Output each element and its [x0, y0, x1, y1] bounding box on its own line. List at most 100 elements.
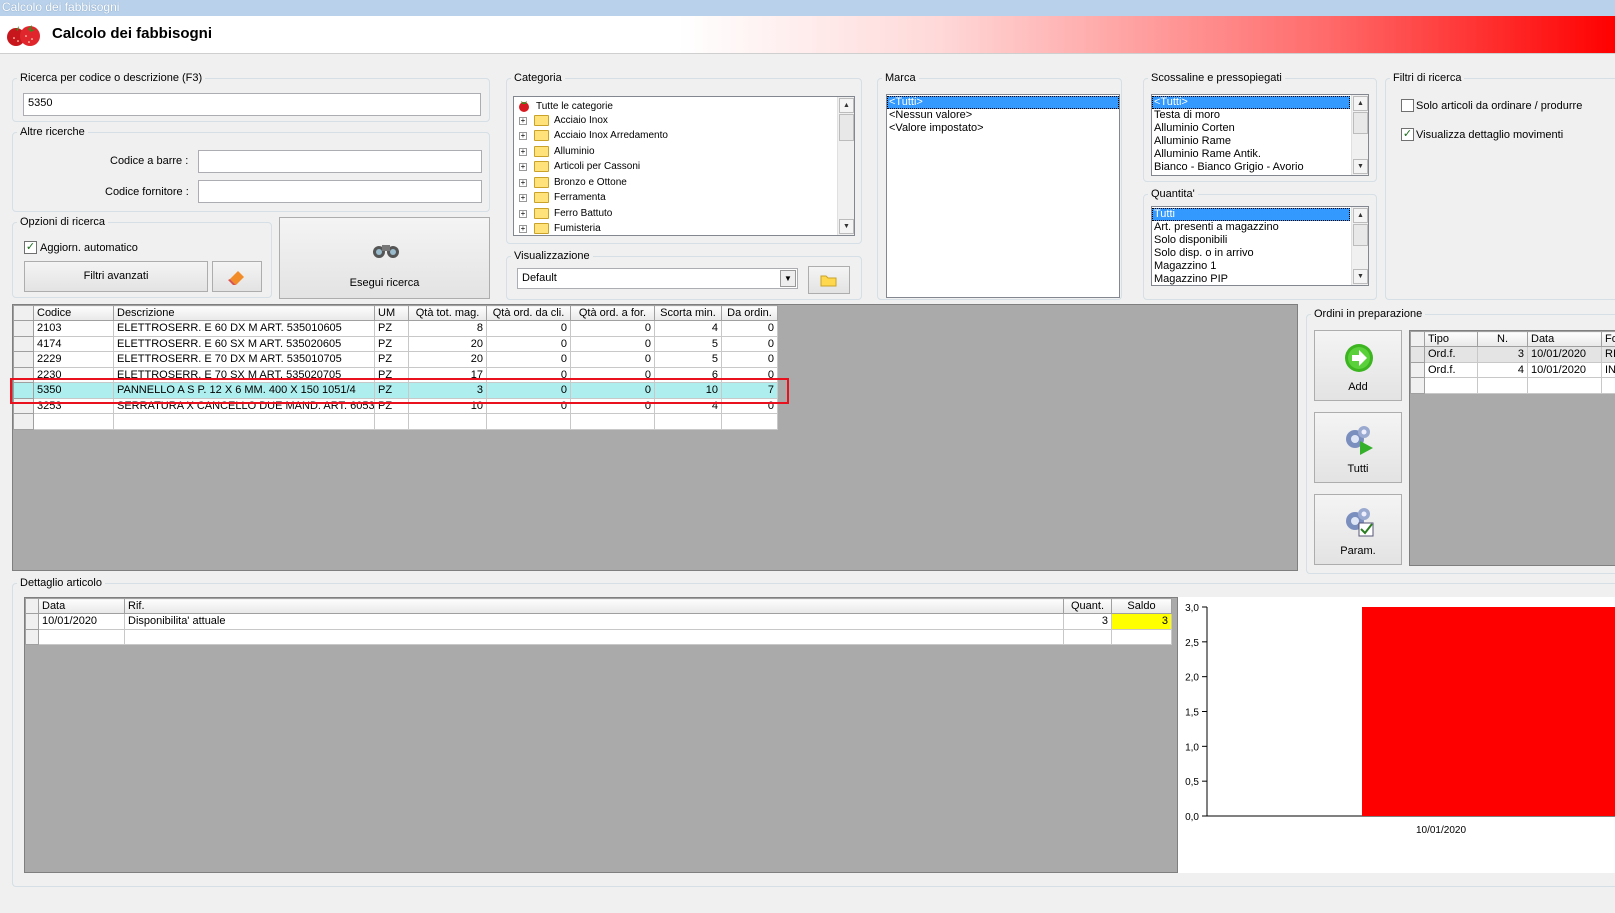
table-cell[interactable]: RI [1601, 346, 1615, 363]
table-cell[interactable]: ELETTROSERR. E 60 SX M ART. 535020605 [113, 335, 375, 352]
table-row[interactable]: Ord.f. 4 10/01/2020 IN [1410, 361, 1615, 378]
table-row[interactable]: 2229 ELETTROSERR. E 70 DX M ART. 53501070… [13, 351, 778, 368]
all-orders-button[interactable]: Tutti [1314, 412, 1402, 483]
expand-icon[interactable]: + [519, 163, 527, 171]
table-cell[interactable]: 4 [654, 320, 722, 337]
view-select[interactable]: Default ▼ [517, 268, 798, 289]
tree-item[interactable]: + Alluminio [514, 144, 854, 160]
flashings-option[interactable]: Alluminio Corten [1152, 122, 1368, 135]
tree-root[interactable]: Tutte le categorie [514, 97, 854, 113]
column-header[interactable]: Qtà tot. mag. [408, 305, 487, 321]
flashings-option[interactable]: Alluminio Rame [1152, 135, 1368, 148]
column-header[interactable]: Scorta min. [654, 305, 722, 321]
table-cell[interactable]: 0 [486, 351, 571, 368]
expand-icon[interactable]: + [519, 147, 527, 156]
column-header[interactable]: Fo [1601, 331, 1615, 347]
scroll-down-icon[interactable]: ▼ [1353, 269, 1368, 284]
table-cell[interactable]: PZ [374, 335, 409, 352]
quantity-option[interactable]: Art. presenti a magazzino [1152, 221, 1368, 234]
scroll-thumb[interactable] [1353, 224, 1368, 246]
quantity-option[interactable]: Tutti [1152, 208, 1350, 221]
table-cell[interactable] [1527, 377, 1602, 394]
table-cell[interactable]: 0 [570, 320, 655, 337]
flashings-list[interactable]: <Tutti> Testa di moro Alluminio Corten A… [1151, 94, 1369, 176]
table-cell[interactable]: IN [1601, 361, 1615, 378]
table-cell[interactable]: Ord.f. [1424, 361, 1478, 378]
supplier-code-input[interactable] [198, 180, 482, 203]
table-cell[interactable]: 4174 [33, 335, 114, 352]
tree-item[interactable]: + Acciaio Inox Arredamento [514, 128, 854, 144]
column-header[interactable]: Data [1527, 331, 1602, 347]
scroll-up-icon[interactable]: ▲ [839, 98, 854, 113]
table-cell[interactable]: 10/01/2020 [1527, 346, 1602, 363]
tree-item[interactable]: + Ferramenta [514, 190, 854, 206]
column-header[interactable]: Codice [33, 305, 114, 321]
column-header[interactable]: Tipo [1424, 331, 1478, 347]
row-indicator[interactable] [1410, 346, 1425, 363]
tree-item[interactable]: + Ferro Battuto [514, 206, 854, 222]
table-cell[interactable]: 2103 [33, 320, 114, 337]
tree-item[interactable]: + Acciaio Inox [514, 113, 854, 129]
articles-table[interactable]: Codice Descrizione UM Qtà tot. mag. Qtà ord.… [13, 305, 778, 430]
flashings-option[interactable]: Bianco - Bianco Grigio - Avorio [1152, 161, 1368, 174]
tree-item[interactable]: + Bronzo e Ottone [514, 175, 854, 191]
table-cell[interactable]: ELETTROSERR. E 70 DX M ART. 535010705 [113, 351, 375, 368]
column-header[interactable]: N. [1477, 331, 1528, 347]
table-cell[interactable]: 0 [570, 351, 655, 368]
brand-option[interactable]: <Nessun valore> [887, 109, 1119, 122]
table-cell[interactable]: 0 [570, 335, 655, 352]
table-cell[interactable] [721, 413, 778, 430]
table-cell[interactable] [1063, 628, 1112, 645]
dropdown-arrow-icon[interactable]: ▼ [780, 270, 796, 287]
tree-item[interactable]: + Fumisteria [514, 221, 854, 235]
expand-icon[interactable]: + [519, 194, 527, 202]
table-row-empty[interactable] [13, 413, 778, 430]
table-cell[interactable] [1601, 377, 1615, 394]
table-cell[interactable] [38, 628, 125, 645]
row-indicator[interactable] [1410, 361, 1425, 378]
row-indicator[interactable] [13, 335, 34, 352]
table-row[interactable]: 10/01/2020 Disponibilita' attuale 3 3 [25, 613, 1172, 630]
run-search-button[interactable]: Esegui ricerca [279, 217, 490, 299]
expand-icon[interactable]: + [519, 209, 527, 218]
table-cell[interactable] [1477, 377, 1528, 394]
column-header[interactable]: Quant. [1063, 598, 1112, 614]
row-indicator[interactable] [1410, 377, 1425, 394]
table-row-empty[interactable] [1410, 377, 1615, 394]
quantity-option[interactable]: Solo disponibili [1152, 234, 1368, 247]
scroll-thumb[interactable] [839, 114, 854, 141]
category-tree[interactable]: Tutte le categorie + Acciaio Inox + Acciaio… [513, 96, 855, 236]
orders-table[interactable]: TipoN.DataFo Ord.f.310/01/2020RIOrd.f.41… [1410, 331, 1615, 394]
eraser-button[interactable] [212, 261, 262, 292]
brand-option[interactable]: <Tutti> [887, 96, 1119, 109]
expand-icon[interactable]: + [519, 225, 527, 233]
expand-icon[interactable]: + [519, 116, 527, 125]
table-cell[interactable]: 20 [408, 351, 487, 368]
table-cell[interactable] [1111, 628, 1172, 645]
table-cell[interactable]: 0 [721, 320, 778, 337]
table-cell[interactable]: 20 [408, 335, 487, 352]
scroll-thumb[interactable] [1353, 112, 1368, 134]
brand-list[interactable]: <Tutti> <Nessun valore> <Valore impostat… [886, 94, 1120, 298]
table-cell[interactable] [1424, 377, 1478, 394]
table-row-empty[interactable] [25, 628, 1172, 645]
column-header[interactable]: UM [374, 305, 409, 321]
row-indicator[interactable] [13, 413, 34, 430]
table-cell[interactable]: 2229 [33, 351, 114, 368]
table-cell[interactable]: PZ [374, 320, 409, 337]
table-cell[interactable]: 3 [1477, 346, 1528, 363]
add-order-button[interactable]: Add [1314, 330, 1402, 401]
column-header[interactable]: Rif. [124, 598, 1064, 614]
table-row[interactable]: Ord.f. 3 10/01/2020 RI [1410, 346, 1615, 363]
auto-update-checkbox[interactable]: ✓ [24, 241, 37, 254]
table-cell[interactable]: 0 [486, 320, 571, 337]
row-indicator[interactable] [13, 351, 34, 368]
quantity-list[interactable]: Tutti Art. presenti a magazzino Solo dis… [1151, 206, 1369, 286]
table-cell[interactable]: 8 [408, 320, 487, 337]
advanced-filters-button[interactable]: Filtri avanzati [24, 261, 208, 292]
table-cell[interactable]: 10/01/2020 [38, 613, 125, 630]
table-cell[interactable]: ELETTROSERR. E 60 DX M ART. 535010605 [113, 320, 375, 337]
barcode-input[interactable] [198, 150, 482, 173]
search-input[interactable]: 5350 [23, 93, 481, 116]
table-cell[interactable]: 5 [654, 335, 722, 352]
